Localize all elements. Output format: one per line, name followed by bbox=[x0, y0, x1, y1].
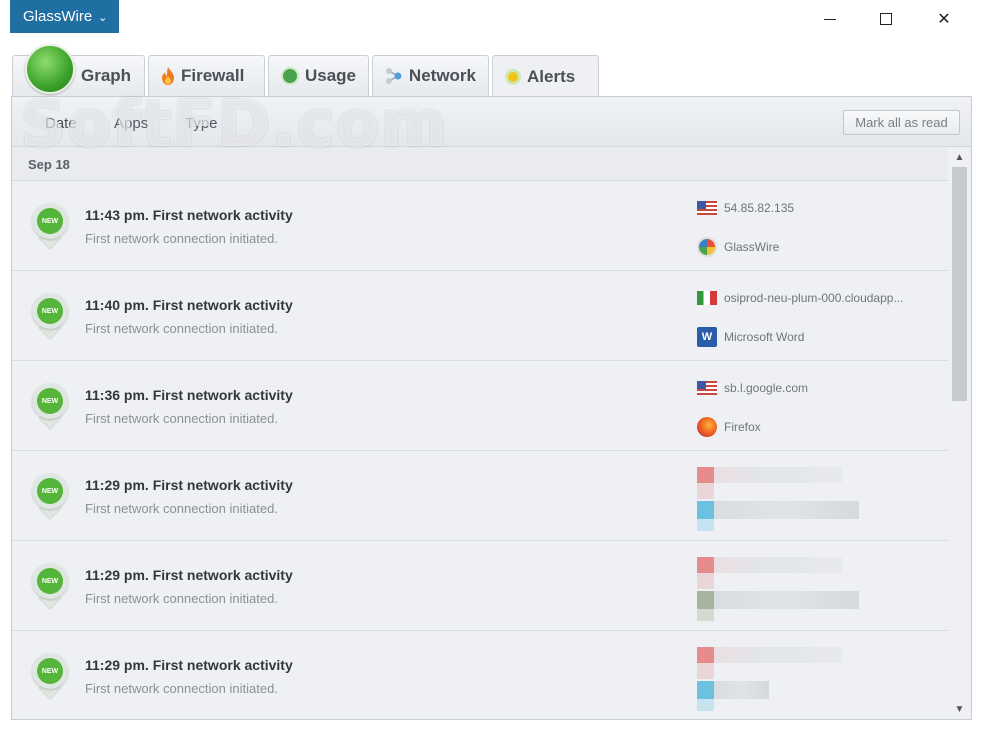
tab-usage[interactable]: Usage bbox=[268, 55, 369, 96]
new-badge-icon: NEW bbox=[32, 383, 68, 429]
alert-subtitle: First network connection initiated. bbox=[85, 501, 278, 516]
new-badge-label: NEW bbox=[37, 388, 63, 414]
maximize-button[interactable] bbox=[871, 6, 901, 32]
alert-host[interactable]: 54.85.82.135 bbox=[697, 201, 794, 215]
redacted-details bbox=[697, 541, 872, 621]
tab-usage-label: Usage bbox=[304, 66, 356, 85]
tab-firewall[interactable]: Firewall bbox=[148, 55, 265, 96]
new-badge-label: NEW bbox=[37, 208, 63, 234]
alert-app[interactable]: GlassWire bbox=[697, 237, 779, 257]
alerts-panel: Date Apps Type Mark all as read Sep 18 N… bbox=[11, 96, 972, 720]
filter-apps[interactable]: Apps bbox=[114, 115, 148, 132]
alert-host-label: osiprod-neu-plum-000.cloudapp... bbox=[724, 291, 904, 305]
filter-type[interactable]: Type bbox=[185, 115, 218, 132]
alert-title: 11:43 pm. First network activity bbox=[85, 207, 293, 223]
alert-subtitle: First network connection initiated. bbox=[85, 321, 278, 336]
tab-network[interactable]: Network bbox=[372, 55, 489, 96]
new-badge-label: NEW bbox=[37, 298, 63, 324]
tab-graph-label: Graph bbox=[81, 66, 132, 85]
main-tabs: Graph Firewall Usage Network Alerts bbox=[12, 44, 599, 97]
close-button[interactable]: ✕ bbox=[929, 6, 959, 32]
alert-title: 11:29 pm. First network activity bbox=[85, 657, 293, 673]
tab-alerts[interactable]: Alerts bbox=[492, 55, 599, 97]
new-badge-label: NEW bbox=[37, 478, 63, 504]
list-item[interactable]: NEW 11:43 pm. First network activity Fir… bbox=[12, 181, 948, 271]
date-group-header: Sep 18 bbox=[12, 147, 948, 181]
graph-logo-icon bbox=[25, 44, 75, 94]
glasswire-app-icon bbox=[697, 237, 717, 257]
redacted-details bbox=[697, 451, 872, 531]
tab-alerts-label: Alerts bbox=[527, 66, 576, 86]
scroll-thumb[interactable] bbox=[952, 167, 967, 401]
alerts-list: Sep 18 NEW 11:43 pm. First network activ… bbox=[12, 147, 948, 719]
alert-host-label: sb.l.google.com bbox=[724, 381, 809, 395]
alert-host-label: 54.85.82.135 bbox=[724, 201, 795, 215]
new-badge-icon: NEW bbox=[32, 653, 68, 699]
italy-flag-icon bbox=[697, 291, 717, 305]
alert-subtitle: First network connection initiated. bbox=[85, 681, 278, 696]
new-badge-icon: NEW bbox=[32, 473, 68, 519]
alert-app-label: GlassWire bbox=[724, 240, 780, 254]
alert-subtitle: First network connection initiated. bbox=[85, 411, 278, 426]
tab-network-label: Network bbox=[408, 66, 476, 85]
list-item[interactable]: NEW 11:36 pm. First network activity Fir… bbox=[12, 361, 948, 451]
new-badge-label: NEW bbox=[37, 568, 63, 594]
close-icon: ✕ bbox=[937, 11, 951, 28]
flame-icon bbox=[162, 67, 174, 85]
tab-firewall-label: Firewall bbox=[181, 66, 245, 85]
alert-app-label: Microsoft Word bbox=[724, 330, 805, 344]
glasswire-window: GlassWire ⌄ ✕ Graph Firewall Usage Netwo… bbox=[0, 0, 983, 731]
new-badge-label: NEW bbox=[37, 658, 63, 684]
network-icon bbox=[385, 68, 402, 84]
tab-graph[interactable]: Graph bbox=[12, 44, 145, 96]
new-badge-icon: NEW bbox=[32, 293, 68, 339]
list-item[interactable]: NEW 11:29 pm. First network activity Fir… bbox=[12, 631, 948, 719]
app-menu-label: GlassWire bbox=[23, 8, 93, 25]
list-item[interactable]: NEW 11:40 pm. First network activity Fir… bbox=[12, 271, 948, 361]
chevron-down-icon: ⌄ bbox=[98, 11, 108, 24]
list-item[interactable]: NEW 11:29 pm. First network activity Fir… bbox=[12, 541, 948, 631]
minimize-button[interactable] bbox=[815, 6, 845, 32]
alert-app[interactable]: Firefox bbox=[697, 417, 761, 437]
alert-title: 11:29 pm. First network activity bbox=[85, 567, 293, 583]
us-flag-icon bbox=[697, 201, 717, 215]
alert-subtitle: First network connection initiated. bbox=[85, 591, 278, 606]
new-badge-icon: NEW bbox=[32, 203, 68, 249]
maximize-icon bbox=[880, 13, 892, 25]
alert-app-label: Firefox bbox=[724, 420, 761, 434]
app-menu-button[interactable]: GlassWire ⌄ bbox=[10, 0, 119, 33]
alert-title: 11:29 pm. First network activity bbox=[85, 477, 293, 493]
alert-host[interactable]: sb.l.google.com bbox=[697, 381, 808, 395]
scroll-down-icon[interactable]: ▼ bbox=[948, 699, 971, 719]
word-app-icon: W bbox=[697, 327, 717, 347]
vertical-scrollbar[interactable]: ▲ ▼ bbox=[948, 147, 971, 719]
alert-icon bbox=[505, 68, 521, 85]
list-item[interactable]: NEW 11:29 pm. First network activity Fir… bbox=[12, 451, 948, 541]
firefox-app-icon bbox=[697, 417, 717, 437]
alert-host[interactable]: osiprod-neu-plum-000.cloudapp... bbox=[697, 291, 903, 305]
filter-bar: Date Apps Type Mark all as read bbox=[12, 97, 971, 147]
alert-subtitle: First network connection initiated. bbox=[85, 231, 278, 246]
alert-app[interactable]: W Microsoft Word bbox=[697, 327, 804, 347]
usage-icon bbox=[281, 67, 299, 85]
scroll-up-icon[interactable]: ▲ bbox=[948, 147, 971, 167]
alert-title: 11:36 pm. First network activity bbox=[85, 387, 293, 403]
mark-all-read-button[interactable]: Mark all as read bbox=[843, 110, 960, 135]
minimize-icon bbox=[824, 18, 836, 20]
alert-title: 11:40 pm. First network activity bbox=[85, 297, 293, 313]
filter-date[interactable]: Date bbox=[45, 115, 77, 132]
us-flag-icon bbox=[697, 381, 717, 395]
redacted-details bbox=[697, 631, 872, 711]
new-badge-icon: NEW bbox=[32, 563, 68, 609]
